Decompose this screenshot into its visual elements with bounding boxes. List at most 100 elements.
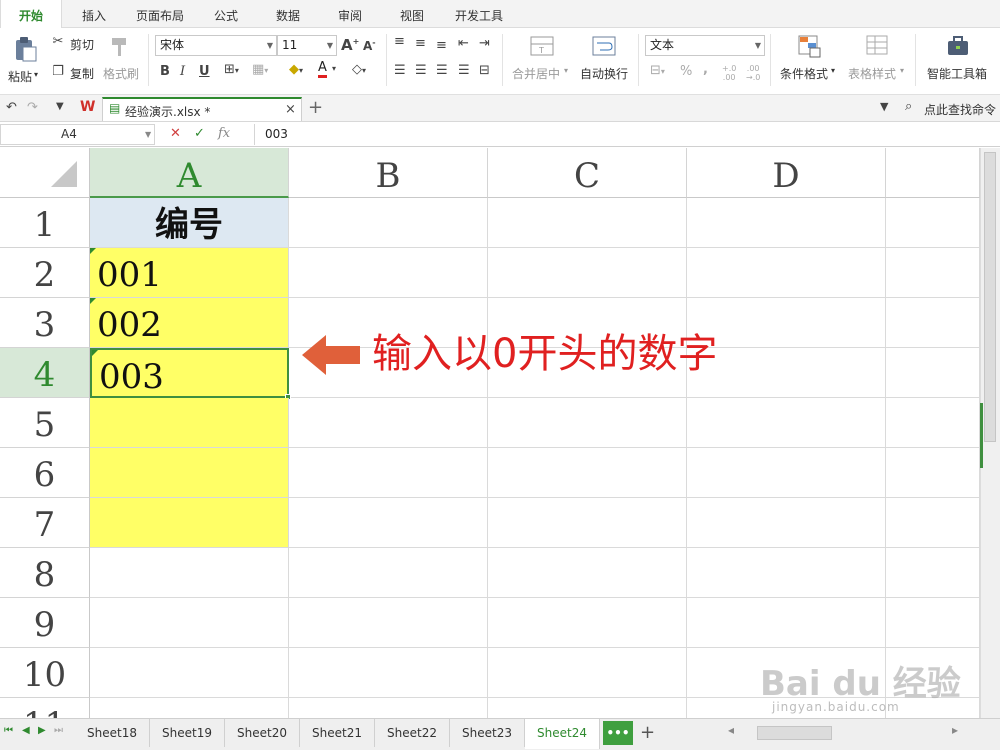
row-header-11[interactable]: 11 xyxy=(0,698,90,718)
formula-input[interactable]: 003 xyxy=(254,124,1000,145)
indent-increase-icon[interactable]: ⇥ xyxy=(479,36,490,51)
tab-view[interactable]: 视图 xyxy=(382,0,442,28)
empty-cell[interactable] xyxy=(488,448,687,498)
underline-button[interactable]: U xyxy=(199,64,210,79)
empty-cell[interactable] xyxy=(687,598,886,648)
merge-center-button[interactable]: 合并居中 xyxy=(512,65,560,82)
empty-cell[interactable] xyxy=(886,248,980,298)
distribute-icon[interactable]: ⊟ xyxy=(479,63,490,78)
empty-cell[interactable] xyxy=(886,548,980,598)
cell-a6[interactable] xyxy=(90,448,289,498)
confirm-icon[interactable]: ✓ xyxy=(194,126,205,141)
align-bottom-icon[interactable]: ≡ xyxy=(436,38,447,53)
border-icon[interactable]: ⊞▾ xyxy=(224,62,239,77)
table-style-icon[interactable] xyxy=(864,33,890,59)
empty-cell[interactable] xyxy=(289,448,488,498)
search-icon[interactable]: ⌕ xyxy=(905,99,912,114)
shrink-font-button[interactable]: A- xyxy=(363,38,376,53)
empty-cell[interactable] xyxy=(488,548,687,598)
sheet-tab-sheet20[interactable]: Sheet20 xyxy=(225,719,300,747)
row-header-6[interactable]: 6 xyxy=(0,448,90,498)
table-style-button[interactable]: 表格样式 xyxy=(848,65,896,82)
font-size-select[interactable]: 11 ▼ xyxy=(277,35,337,56)
clear-format-icon[interactable]: ◇▾ xyxy=(352,62,366,77)
row-header-3[interactable]: 3 xyxy=(0,298,90,348)
align-center-icon[interactable]: ☰ xyxy=(415,63,427,78)
empty-cell[interactable] xyxy=(90,548,289,598)
number-format-select[interactable]: 文本 ▼ xyxy=(645,35,765,56)
conditional-format-button[interactable]: 条件格式 xyxy=(780,65,828,82)
fill-color-icon[interactable]: ◆▾ xyxy=(289,62,303,77)
font-name-select[interactable]: 宋体 ▼ xyxy=(155,35,277,56)
empty-cell[interactable] xyxy=(90,698,289,718)
select-all-corner[interactable] xyxy=(0,148,90,198)
format-painter-button[interactable]: 格式刷 xyxy=(103,65,139,82)
sheet-tab-sheet18[interactable]: Sheet18 xyxy=(75,719,150,747)
empty-cell[interactable] xyxy=(289,648,488,698)
row-header-8[interactable]: 8 xyxy=(0,548,90,598)
toolbox-icon[interactable] xyxy=(945,34,971,58)
decrease-decimal-icon[interactable]: .00 →.0 xyxy=(746,64,760,82)
empty-cell[interactable] xyxy=(687,248,886,298)
chevron-down-icon[interactable]: ▼ xyxy=(145,125,151,144)
cell-a1[interactable]: 编号 xyxy=(90,198,289,248)
row-header-2[interactable]: 2 xyxy=(0,248,90,298)
empty-cell[interactable] xyxy=(289,498,488,548)
layout-icon[interactable]: ▼ xyxy=(880,100,888,113)
empty-cell[interactable] xyxy=(289,698,488,718)
next-sheet-icon[interactable]: ▶ xyxy=(38,725,46,736)
add-sheet-button[interactable]: + xyxy=(640,722,655,743)
comma-button[interactable]: , xyxy=(703,62,708,77)
empty-cell[interactable] xyxy=(886,448,980,498)
wrap-text-icon[interactable] xyxy=(591,34,617,58)
sheet-tab-sheet24[interactable]: Sheet24 xyxy=(525,719,600,749)
scissors-icon[interactable]: ✂ xyxy=(50,34,66,49)
empty-cell[interactable] xyxy=(289,598,488,648)
format-painter-icon[interactable] xyxy=(108,36,134,58)
chevron-down-icon[interactable]: ▾ xyxy=(831,66,835,75)
new-tab-button[interactable]: + xyxy=(308,97,323,118)
empty-cell[interactable] xyxy=(289,248,488,298)
tab-formula[interactable]: 公式 xyxy=(198,0,254,28)
last-sheet-icon[interactable]: ⏭ xyxy=(54,725,63,736)
align-right-icon[interactable]: ☰ xyxy=(436,63,448,78)
insert-function-button[interactable]: fx xyxy=(218,126,230,141)
sheet-tab-sheet22[interactable]: Sheet22 xyxy=(375,719,450,747)
empty-cell[interactable] xyxy=(289,398,488,448)
font-color-icon[interactable]: A xyxy=(318,61,327,78)
column-header-c[interactable]: C xyxy=(488,148,687,198)
chevron-down-icon[interactable]: ▾ xyxy=(332,64,336,73)
close-icon[interactable]: × xyxy=(285,102,296,117)
row-header-9[interactable]: 9 xyxy=(0,598,90,648)
sheet-tab-sheet19[interactable]: Sheet19 xyxy=(150,719,225,747)
scroll-left-icon[interactable]: ◂ xyxy=(728,723,734,737)
more-sheets-button[interactable]: ••• xyxy=(603,721,633,745)
redo-icon[interactable]: ↷ xyxy=(27,100,38,115)
find-command-input[interactable]: 点此查找命令 xyxy=(924,101,996,118)
document-tab[interactable]: ▤ 经验演示.xlsx * × xyxy=(102,97,302,121)
empty-cell[interactable] xyxy=(90,648,289,698)
column-header-a[interactable]: A xyxy=(90,148,289,198)
empty-cell[interactable] xyxy=(687,548,886,598)
sheet-tab-sheet21[interactable]: Sheet21 xyxy=(300,719,375,747)
empty-cell[interactable] xyxy=(687,198,886,248)
empty-cell[interactable] xyxy=(488,398,687,448)
tab-home[interactable]: 开始 xyxy=(0,0,62,29)
column-header-d[interactable]: D xyxy=(687,148,886,198)
empty-cell[interactable] xyxy=(886,598,980,648)
increase-decimal-icon[interactable]: +.0.00 xyxy=(722,64,736,82)
smart-toolbox-button[interactable]: 智能工具箱 xyxy=(927,65,987,82)
name-box[interactable]: A4 ▼ xyxy=(0,124,155,145)
merge-center-icon[interactable]: T xyxy=(529,34,555,58)
row-header-7[interactable]: 7 xyxy=(0,498,90,548)
scrollbar-thumb[interactable] xyxy=(984,152,996,442)
horizontal-scrollbar-thumb[interactable] xyxy=(757,726,832,740)
cell-a4[interactable]: 003 xyxy=(90,348,291,400)
empty-cell[interactable] xyxy=(687,398,886,448)
paste-button[interactable]: 粘贴 ▾ xyxy=(6,34,42,88)
empty-cell[interactable] xyxy=(488,648,687,698)
wrap-text-button[interactable]: 自动换行 xyxy=(580,65,628,82)
empty-cell[interactable] xyxy=(886,398,980,448)
justify-icon[interactable]: ☰ xyxy=(458,63,470,78)
copy-icon[interactable]: ❐ xyxy=(50,64,66,79)
